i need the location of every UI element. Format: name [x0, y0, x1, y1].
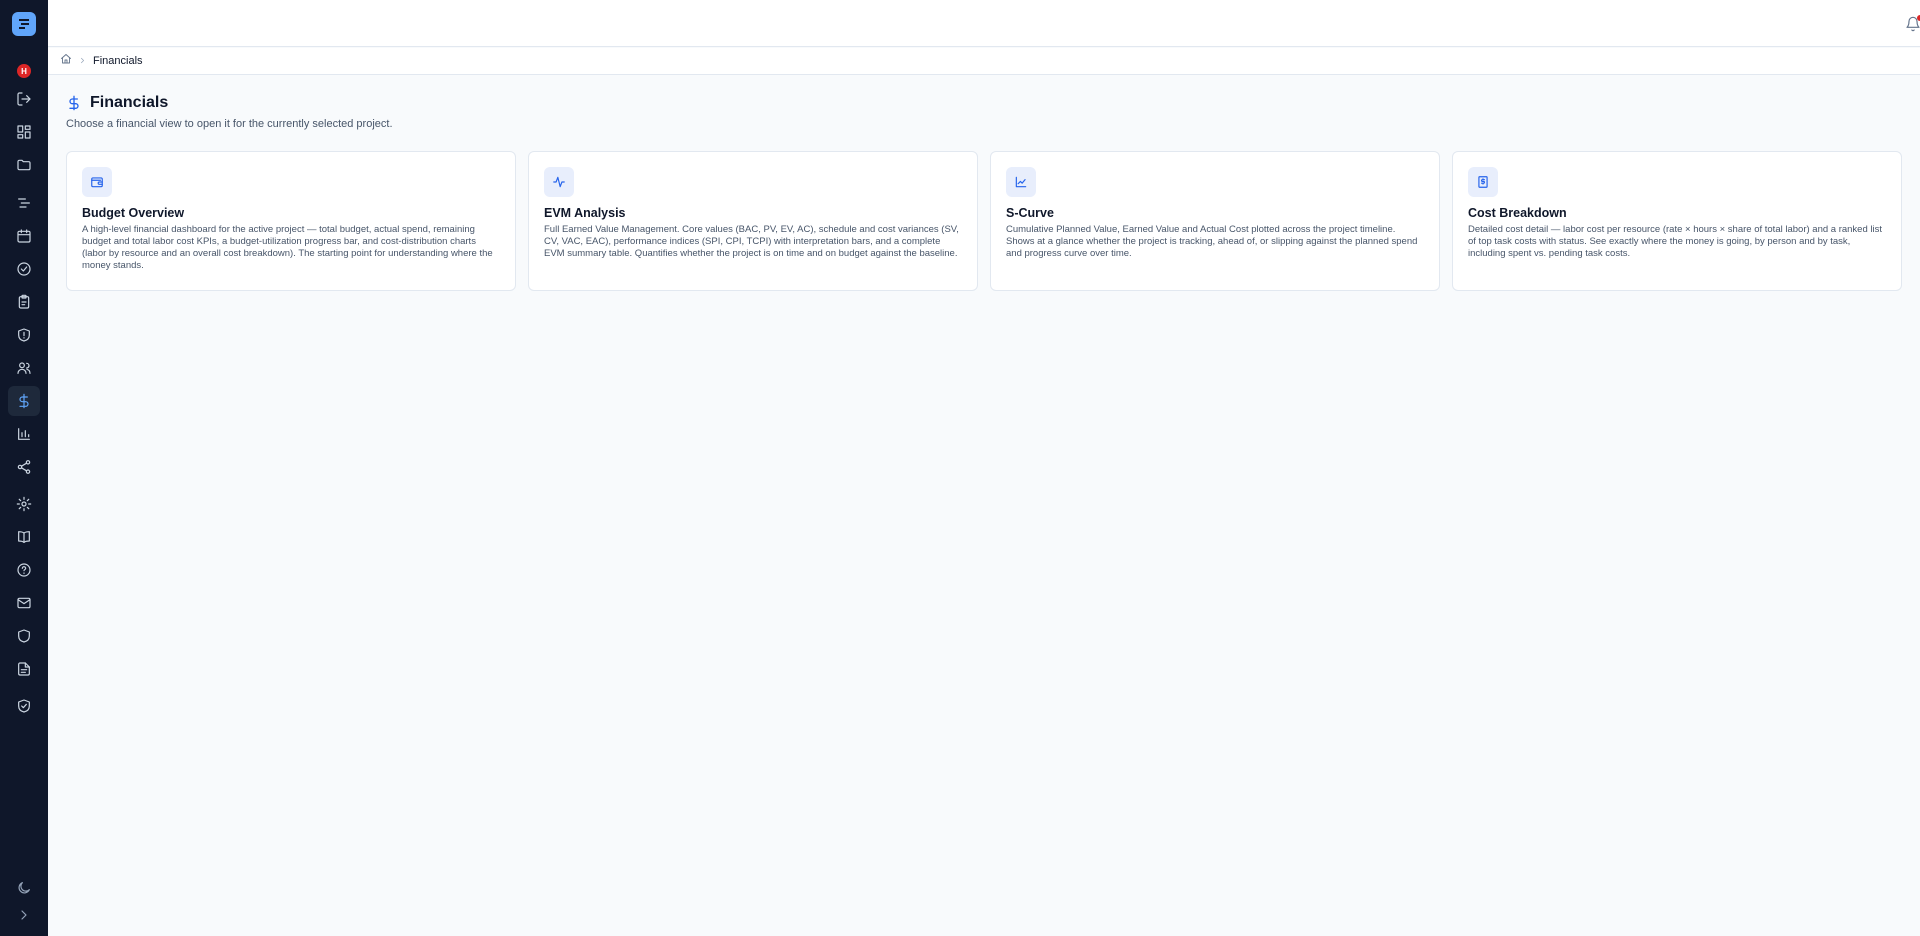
home-icon: [61, 54, 71, 64]
sidebar-item-risks[interactable]: [8, 320, 40, 350]
card-s-curve[interactable]: S-Curve Cumulative Planned Value, Earned…: [990, 151, 1440, 291]
sidebar-item-help[interactable]: [8, 555, 40, 585]
card-evm-analysis[interactable]: EVM Analysis Full Earned Value Managemen…: [528, 151, 978, 291]
card-icon-container: [1468, 167, 1498, 197]
card-description: A high-level financial dashboard for the…: [82, 224, 493, 271]
sidebar-item-theme-toggle[interactable]: [8, 873, 40, 903]
dollar-icon: [19, 393, 29, 409]
logout-icon: [17, 92, 31, 106]
users-icon: [17, 362, 31, 374]
sidebar-item-security[interactable]: [8, 621, 40, 651]
sidebar-item-documents[interactable]: [8, 654, 40, 684]
activity-icon: [553, 176, 565, 188]
sidebar-item-dashboard[interactable]: [8, 117, 40, 147]
book-icon: [18, 531, 30, 543]
file-icon: [18, 662, 30, 676]
card-description: Detailed cost detail — labor cost per re…: [1468, 224, 1882, 259]
card-icon-container: [82, 167, 112, 197]
check-circle-icon: [17, 262, 31, 276]
breadcrumb-current: Financials: [93, 55, 143, 67]
gantt-icon: [18, 198, 30, 208]
shield-icon: [18, 629, 30, 643]
clipboard-icon: [18, 294, 30, 309]
bar-chart-icon: [18, 428, 30, 440]
breadcrumb-home[interactable]: [60, 52, 72, 70]
sidebar-item-expand[interactable]: [8, 900, 40, 930]
card-budget-overview[interactable]: Budget Overview A high-level financial d…: [66, 151, 516, 291]
card-description: Cumulative Planned Value, Earned Value a…: [1006, 224, 1418, 259]
chevron-right-icon: [21, 910, 27, 920]
page-subtitle: Choose a financial view to open it for t…: [66, 118, 393, 130]
chevron-right-icon: [81, 57, 84, 64]
sidebar-item-logout[interactable]: [8, 84, 40, 114]
sidebar-item-team[interactable]: [8, 353, 40, 383]
page-title: Financials: [90, 94, 169, 111]
card-icon-container: [1006, 167, 1036, 197]
receipt-icon: [1478, 176, 1488, 188]
dollar-icon: [69, 95, 79, 111]
card-title: EVM Analysis: [544, 206, 626, 220]
card-title: S-Curve: [1006, 206, 1054, 220]
calendar-icon: [17, 229, 31, 243]
help-icon: [17, 563, 31, 577]
dashboard-icon: [17, 125, 31, 139]
card-description: Full Earned Value Management. Core value…: [544, 224, 959, 259]
folder-icon: [17, 159, 31, 171]
page-header: Financials: [66, 94, 168, 112]
sidebar-item-financials[interactable]: [8, 386, 40, 416]
sidebar-item-docs[interactable]: [8, 522, 40, 552]
share-icon: [17, 460, 31, 474]
sidebar-item-reports[interactable]: [8, 287, 40, 317]
line-chart-icon: [1015, 176, 1027, 188]
app-logo-icon[interactable]: [12, 12, 36, 36]
breadcrumb: Financials: [48, 48, 1920, 75]
card-icon-container: [544, 167, 574, 197]
shield-check-icon: [18, 699, 30, 713]
sidebar-item-integrations[interactable]: [8, 452, 40, 482]
mail-icon: [17, 597, 31, 609]
top-bar: H: [48, 0, 1920, 47]
sidebar-user-avatar[interactable]: H: [17, 64, 31, 78]
card-cost-breakdown[interactable]: Cost Breakdown Detailed cost detail — la…: [1452, 151, 1902, 291]
sidebar-item-settings[interactable]: [8, 489, 40, 519]
logo-mark: [19, 19, 29, 29]
sidebar: H: [0, 0, 48, 936]
card-title: Budget Overview: [82, 206, 185, 220]
sidebar-item-tasks[interactable]: [8, 254, 40, 284]
gear-icon: [16, 496, 32, 512]
breadcrumb-separator: [78, 52, 87, 70]
sidebar-item-compliance[interactable]: [8, 691, 40, 721]
card-title: Cost Breakdown: [1468, 206, 1567, 220]
sidebar-item-analytics[interactable]: [8, 419, 40, 449]
sidebar-item-projects[interactable]: [8, 150, 40, 180]
sidebar-item-calendar[interactable]: [8, 221, 40, 251]
wallet-icon: [91, 177, 103, 188]
sidebar-item-messages[interactable]: [8, 588, 40, 618]
notifications-button[interactable]: [1903, 14, 1920, 34]
moon-icon: [18, 882, 30, 894]
sidebar-item-gantt[interactable]: [8, 188, 40, 218]
shield-alert-icon: [18, 328, 30, 342]
